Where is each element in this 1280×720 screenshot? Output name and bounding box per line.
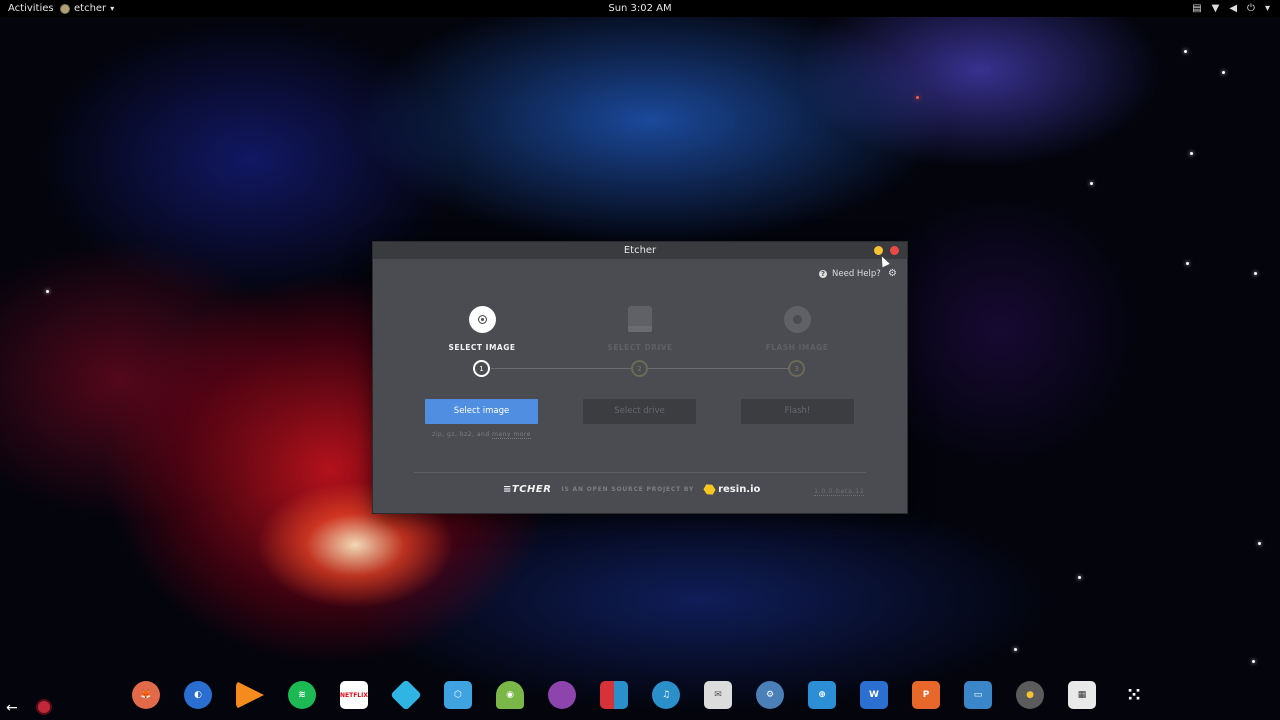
- star: [46, 290, 49, 293]
- activities-button[interactable]: Activities: [8, 0, 54, 17]
- netflix-icon[interactable]: NETFLIX: [340, 681, 368, 709]
- star: [1190, 152, 1193, 155]
- step-number-3: 3: [788, 360, 805, 377]
- top-bar: Activities etcher ▾ Sun 3:02 AM ▤ ▼ ◀ ⏻ …: [0, 0, 1280, 17]
- footer: ≡TCHER IS AN OPEN SOURCE PROJECT BY resi…: [503, 484, 760, 495]
- orb-icon[interactable]: [548, 681, 576, 709]
- steam-icon[interactable]: ⚙: [756, 681, 784, 709]
- app-menu-label: etcher: [74, 3, 107, 14]
- star: [1186, 262, 1189, 265]
- star: [1258, 542, 1261, 545]
- android-icon[interactable]: ◉: [496, 681, 524, 709]
- etcher-logo[interactable]: ≡TCHER: [503, 484, 551, 495]
- star: [1014, 648, 1017, 651]
- step-label: SELECT IMAGE: [448, 343, 516, 352]
- version-link[interactable]: 1.0.0-beta.12: [814, 487, 865, 496]
- need-help-link[interactable]: ? Need Help?: [819, 269, 881, 279]
- star: [1078, 576, 1081, 579]
- word-icon[interactable]: W: [860, 681, 888, 709]
- step-label: FLASH IMAGE: [765, 343, 829, 352]
- play-music-icon[interactable]: [236, 681, 264, 709]
- select-drive-button[interactable]: Select drive: [583, 399, 696, 424]
- firefox-icon[interactable]: 🦊: [132, 681, 160, 709]
- star: [916, 96, 919, 99]
- step-flash-image: FLASH IMAGE: [737, 305, 857, 352]
- flash-button[interactable]: Flash!: [741, 399, 854, 424]
- star: [1090, 182, 1093, 185]
- folder-icon[interactable]: ▭: [964, 681, 992, 709]
- power-icon: ⏻: [1247, 3, 1255, 14]
- window-title: Etcher: [623, 245, 657, 256]
- tiles-icon[interactable]: [600, 681, 628, 709]
- many-more-link[interactable]: many more: [492, 431, 531, 439]
- etcher-window: Etcher ? Need Help? ⚙ SELECT IMAGE SELEC…: [373, 242, 907, 513]
- step-select-drive: SELECT DRIVE: [580, 305, 700, 352]
- question-icon: ?: [819, 270, 827, 278]
- step-number-2: 2: [631, 360, 648, 377]
- title-bar[interactable]: Etcher: [373, 242, 907, 268]
- footer-tagline: IS AN OPEN SOURCE PROJECT BY: [561, 486, 695, 493]
- close-button[interactable]: [890, 246, 899, 255]
- wifi-icon: ▼: [1211, 3, 1220, 14]
- chevron-down-icon: ▾: [1264, 3, 1270, 14]
- grid-icon[interactable]: ▦: [1068, 681, 1096, 709]
- spotify-icon[interactable]: ≋: [288, 681, 316, 709]
- footer-divider: [414, 472, 866, 473]
- volume-icon: ◀: [1229, 3, 1238, 14]
- need-help-label: Need Help?: [832, 269, 881, 279]
- resin-cube-icon: [702, 482, 717, 497]
- resin-logo[interactable]: resin.io: [704, 484, 760, 495]
- minimize-button[interactable]: [874, 246, 883, 255]
- disc-image-icon: [468, 305, 496, 333]
- bag-icon[interactable]: ⊕: [808, 681, 836, 709]
- disk-icon[interactable]: ●: [1016, 681, 1044, 709]
- etcher-app-icon: [60, 3, 70, 14]
- star: [1254, 272, 1257, 275]
- formats-text: zip, gz, bz2, and: [432, 431, 493, 438]
- apps-icon[interactable]: ⁙: [1120, 681, 1148, 709]
- clock[interactable]: Sun 3:02 AM: [608, 3, 671, 14]
- headphones-icon[interactable]: ♫: [652, 681, 680, 709]
- supported-formats: zip, gz, bz2, and many more: [425, 431, 538, 439]
- flash-disc-icon: [783, 305, 811, 333]
- app-menu[interactable]: etcher ▾: [60, 0, 114, 17]
- kodi-icon[interactable]: [390, 679, 422, 711]
- step-select-image: SELECT IMAGE: [422, 305, 542, 352]
- screen-icon: ▤: [1192, 3, 1202, 14]
- mail-icon[interactable]: ✉: [704, 681, 732, 709]
- resin-label: resin.io: [718, 484, 761, 495]
- star: [1252, 660, 1255, 663]
- step-label: SELECT DRIVE: [607, 343, 673, 352]
- dock: 🦊 ◐ ≋ NETFLIX ⬡ ◉ ♫ ✉ ⚙ ⊕ W P ▭ ● ▦ ⁙: [0, 672, 1280, 720]
- caret-down-icon: ▾: [110, 4, 115, 13]
- drive-icon: [628, 306, 652, 332]
- star: [1184, 50, 1187, 53]
- powerpoint-icon[interactable]: P: [912, 681, 940, 709]
- star: [1222, 71, 1225, 74]
- cube-icon[interactable]: ⬡: [444, 681, 472, 709]
- settings-gear-icon[interactable]: ⚙: [888, 269, 897, 279]
- globe-icon[interactable]: ◐: [184, 681, 212, 709]
- step-number-1: 1: [473, 360, 490, 377]
- select-image-button[interactable]: Select image: [425, 399, 538, 424]
- system-status-area[interactable]: ▤ ▼ ◀ ⏻ ▾: [1192, 0, 1270, 17]
